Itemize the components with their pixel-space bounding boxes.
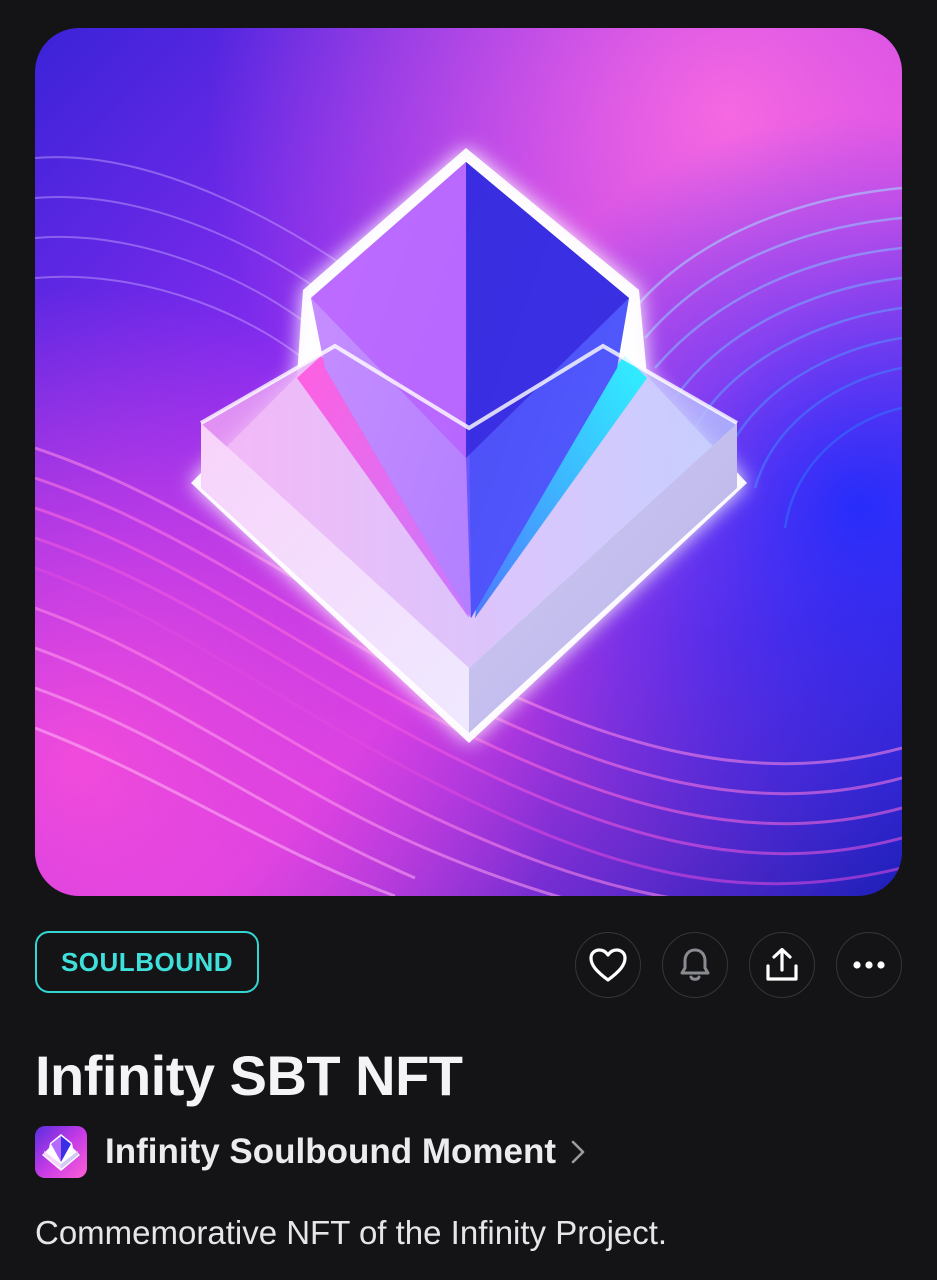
- nft-description: Commemorative NFT of the Infinity Projec…: [35, 1214, 668, 1251]
- share-button[interactable]: [749, 932, 815, 998]
- share-icon: [763, 946, 801, 984]
- soulbound-badge-label: SOULBOUND: [60, 946, 234, 977]
- collection-name: Infinity Soulbound Moment: [105, 1132, 557, 1171]
- collection-link[interactable]: Infinity Soulbound Moment: [35, 1124, 586, 1180]
- heart-icon: [588, 947, 628, 983]
- bell-icon: [678, 947, 712, 983]
- notify-button[interactable]: [662, 932, 728, 998]
- collection-avatar: [35, 1126, 87, 1178]
- chevron-right-icon: [570, 1138, 586, 1166]
- more-button[interactable]: [836, 932, 902, 998]
- nft-artwork[interactable]: [35, 28, 902, 896]
- like-button[interactable]: [575, 932, 641, 998]
- soulbound-badge: SOULBOUND: [35, 931, 259, 993]
- more-horizontal-icon: [852, 960, 886, 970]
- nft-title: Infinity SBT NFT: [35, 1044, 463, 1107]
